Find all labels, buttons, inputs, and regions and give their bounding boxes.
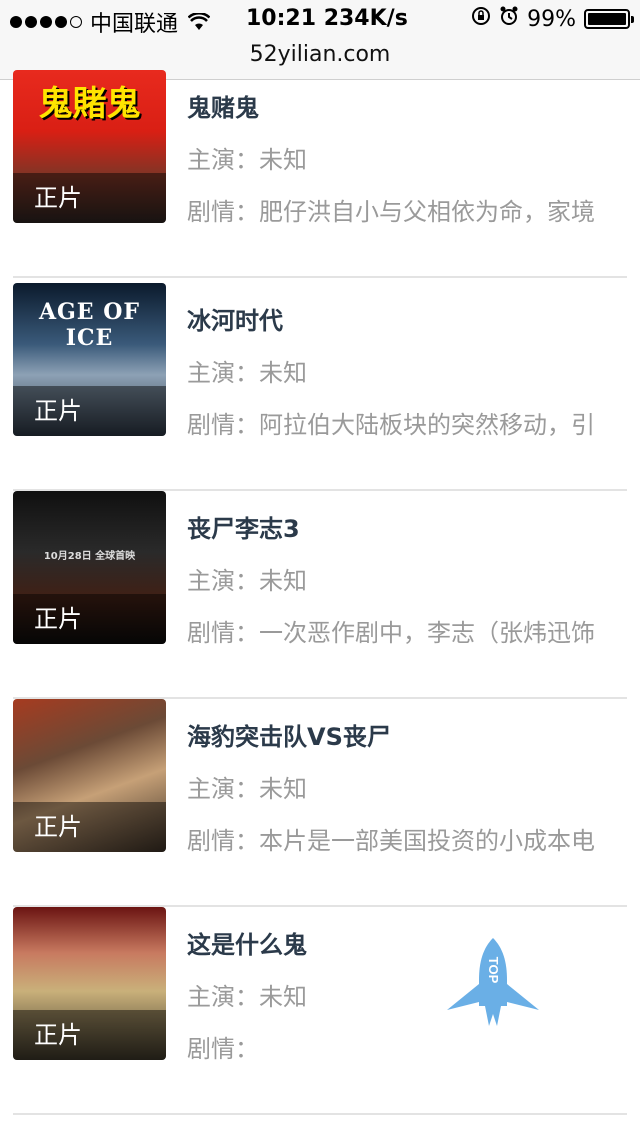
- movie-title[interactable]: 冰河时代: [187, 301, 283, 336]
- status-left: 中国联通: [10, 6, 211, 38]
- rocket-icon: TOP: [447, 938, 539, 1026]
- movie-plot: 剧情：肥仔洪自小与父相依为命，家境: [187, 198, 595, 226]
- movie-cast: 主演：未知: [187, 775, 307, 803]
- wifi-icon: [188, 13, 211, 31]
- list-item[interactable]: 正片 海豹突击队VS丧尸 主演：未知 剧情：本片是一部美国投资的小成本电: [13, 699, 627, 907]
- movie-title[interactable]: 丧尸李志3: [187, 509, 300, 544]
- movie-poster[interactable]: 鬼賭鬼 正片: [13, 70, 166, 223]
- orientation-lock-icon: [471, 6, 491, 32]
- poster-title: AGE OF ICE: [38, 299, 141, 351]
- movie-title[interactable]: 鬼赌鬼: [187, 88, 259, 123]
- time-speed: 10:21 234K/s: [246, 6, 408, 31]
- back-to-top-button[interactable]: TOP: [443, 936, 543, 1028]
- movie-title[interactable]: 海豹突击队VS丧尸: [187, 717, 391, 752]
- movie-poster[interactable]: 10月28日 全球首映 正片: [13, 491, 166, 644]
- status-badge: 正片: [13, 386, 166, 436]
- movie-plot: 剧情：阿拉伯大陆板块的突然移动，引: [187, 411, 595, 439]
- movie-poster[interactable]: 正片: [13, 907, 166, 1060]
- top-label: TOP: [486, 957, 501, 984]
- list-item[interactable]: 10月28日 全球首映 正片 丧尸李志3 主演：未知 剧情：一次恶作剧中，李志（…: [13, 491, 627, 699]
- list-item[interactable]: 鬼賭鬼 正片 鬼赌鬼 主演：未知 剧情：肥仔洪自小与父相依为命，家境: [13, 70, 627, 278]
- movie-cast: 主演：未知: [187, 146, 307, 174]
- list-item[interactable]: AGE OF ICE 正片 冰河时代 主演：未知 剧情：阿拉伯大陆板块的突然移动…: [13, 283, 627, 491]
- poster-title: 10月28日 全球首映: [43, 551, 136, 562]
- status-badge: 正片: [13, 594, 166, 644]
- movie-poster[interactable]: 正片: [13, 699, 166, 852]
- alarm-icon: [499, 6, 519, 32]
- movie-cast: 主演：未知: [187, 567, 307, 595]
- signal-strength-icon: [10, 16, 82, 28]
- battery-percent: 99%: [527, 6, 576, 32]
- movie-plot: 剧情：本片是一部美国投资的小成本电: [187, 827, 595, 855]
- movie-plot: 剧情：一次恶作剧中，李志（张炜迅饰: [187, 619, 595, 647]
- movie-plot: 剧情：: [187, 1035, 259, 1063]
- movie-cast: 主演：未知: [187, 983, 307, 1011]
- status-bar: 中国联通 10:21 234K/s 99%: [0, 0, 640, 40]
- battery-icon: [584, 9, 634, 29]
- movie-cast: 主演：未知: [187, 359, 307, 387]
- movie-title[interactable]: 这是什么鬼: [187, 925, 307, 960]
- status-badge: 正片: [13, 802, 166, 852]
- status-badge: 正片: [13, 1010, 166, 1060]
- status-right: 99%: [471, 6, 634, 32]
- poster-title: 鬼賭鬼: [38, 84, 141, 124]
- movie-poster[interactable]: AGE OF ICE 正片: [13, 283, 166, 436]
- status-badge: 正片: [13, 173, 166, 223]
- carrier-name: 中国联通: [90, 12, 179, 37]
